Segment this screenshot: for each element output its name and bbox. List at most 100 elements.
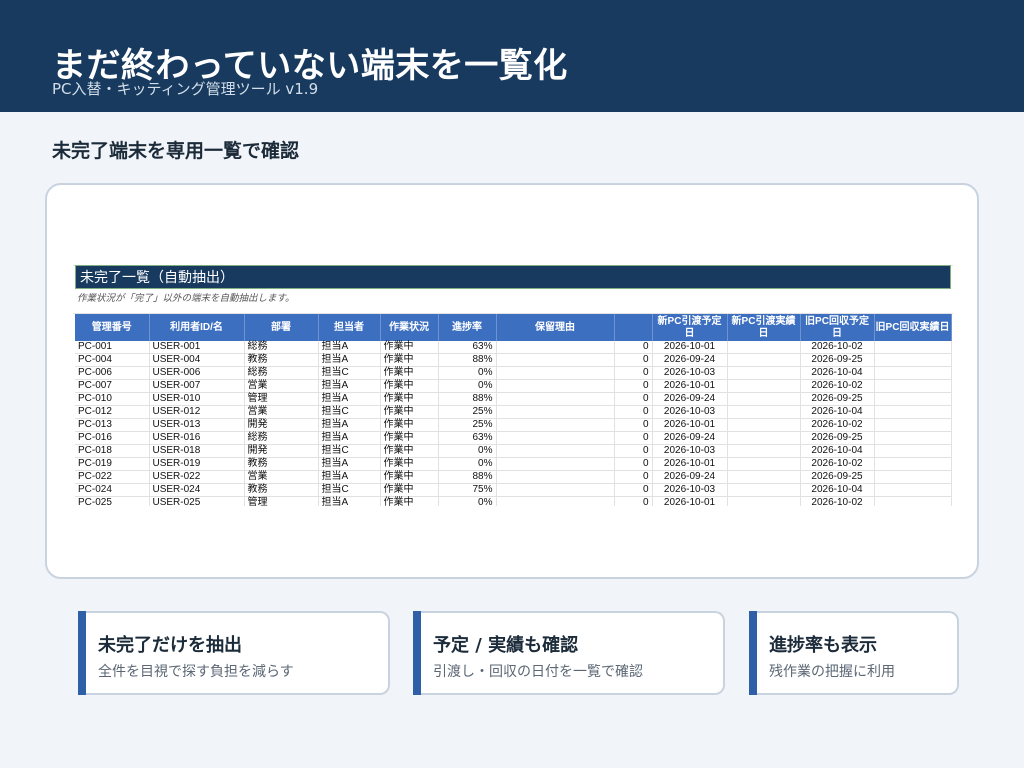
table-cell xyxy=(727,444,801,458)
table-cell: 0% xyxy=(438,444,497,458)
spreadsheet-view: 未完了一覧（自動抽出） 作業状況が「完了」以外の端末を自動抽出します。 管理番号… xyxy=(73,262,953,506)
column-header: 利用者ID/名 xyxy=(149,314,245,341)
table-cell xyxy=(727,405,801,419)
sheet-gridline xyxy=(73,301,953,314)
card-description: 全件を目視で探す負担を減らす xyxy=(98,664,294,680)
table-cell xyxy=(874,470,952,484)
table-cell: 0 xyxy=(614,470,653,484)
table-cell: 63% xyxy=(438,341,497,354)
table-cell: 担当A xyxy=(318,431,381,445)
table-header-row: 管理番号 利用者ID/名 部署 担当者 作業状況 進捗率 保留理由 新PC引渡予定日 新PC引渡… xyxy=(75,314,952,341)
table-cell: 2026-10-04 xyxy=(800,366,875,380)
table-cell: 担当A xyxy=(318,341,381,354)
table-cell: 教務 xyxy=(244,353,319,367)
table-cell: 営業 xyxy=(244,379,319,393)
table-cell xyxy=(874,444,952,458)
table-cell xyxy=(496,444,615,458)
table-cell: 2026-10-01 xyxy=(652,457,728,471)
table-cell xyxy=(727,431,801,445)
table-cell: 0 xyxy=(614,405,653,419)
table-cell: 担当C xyxy=(318,405,381,419)
table-cell: 作業中 xyxy=(380,379,439,393)
table-cell: 2026-09-24 xyxy=(652,431,728,445)
table-row: PC-019 USER-019 教務 担当A 作業中 0% 0 2026-10-01 2026-… xyxy=(75,457,952,471)
table-cell: 0 xyxy=(614,457,653,471)
table-cell: 0 xyxy=(614,366,653,380)
table-cell xyxy=(496,353,615,367)
column-header: 旧PC回収予定日 xyxy=(800,314,875,341)
table-cell: 0% xyxy=(438,379,497,393)
table-cell: 2026-10-02 xyxy=(800,341,875,354)
table-cell: USER-024 xyxy=(149,483,245,497)
feature-card-extract: 未完了だけを抽出 全件を目視で探す負担を減らす xyxy=(78,611,390,695)
table-cell: USER-018 xyxy=(149,444,245,458)
section-title: 未完了端末を専用一覧で確認 xyxy=(52,140,300,162)
table-cell: 担当C xyxy=(318,444,381,458)
table-cell: 2026-10-04 xyxy=(800,444,875,458)
table-cell: 総務 xyxy=(244,366,319,380)
table-cell xyxy=(874,366,952,380)
table-cell: 2026-09-25 xyxy=(800,431,875,445)
table-cell: 0% xyxy=(438,496,497,506)
feature-card-schedule: 予定 / 実績も確認 引渡し・回収の日付を一覧で確認 xyxy=(413,611,725,695)
table-cell: 88% xyxy=(438,392,497,406)
table-cell: 2026-10-01 xyxy=(652,418,728,432)
table-cell xyxy=(496,457,615,471)
table-cell: 2026-10-01 xyxy=(652,496,728,506)
table-row: PC-006 USER-006 総務 担当C 作業中 0% 0 2026-10-03 2026-… xyxy=(75,366,952,380)
table-cell: PC-022 xyxy=(75,470,150,484)
table-cell: 75% xyxy=(438,483,497,497)
table-cell xyxy=(727,392,801,406)
table-cell: 総務 xyxy=(244,341,319,354)
table-cell: 0 xyxy=(614,353,653,367)
table-cell: 作業中 xyxy=(380,457,439,471)
table-cell: 2026-10-04 xyxy=(800,483,875,497)
table-cell: 2026-09-24 xyxy=(652,353,728,367)
page-subtitle: PC入替・キッティング管理ツール v1.9 xyxy=(52,80,319,98)
table-row: PC-001 USER-001 総務 担当A 作業中 63% 0 2026-10-01 2026… xyxy=(75,341,952,354)
table-cell: 0 xyxy=(614,379,653,393)
table-cell: 2026-10-03 xyxy=(652,444,728,458)
table-cell: 2026-09-24 xyxy=(652,470,728,484)
table-cell xyxy=(496,341,615,354)
card-description: 引渡し・回収の日付を一覧で確認 xyxy=(433,664,643,680)
table-cell xyxy=(727,353,801,367)
column-header xyxy=(614,314,653,341)
table-cell xyxy=(496,470,615,484)
table-cell xyxy=(496,366,615,380)
table-cell: PC-004 xyxy=(75,353,150,367)
table-cell: 0 xyxy=(614,496,653,506)
table-cell: USER-010 xyxy=(149,392,245,406)
table-cell: 0 xyxy=(614,431,653,445)
table-row: PC-018 USER-018 開発 担当C 作業中 0% 0 2026-10-03 2026-… xyxy=(75,444,952,458)
table-cell xyxy=(496,379,615,393)
table-cell xyxy=(874,418,952,432)
table-cell: USER-022 xyxy=(149,470,245,484)
table-cell: 作業中 xyxy=(380,392,439,406)
column-header: 担当者 xyxy=(318,314,381,341)
table-cell xyxy=(496,405,615,419)
table-cell: PC-016 xyxy=(75,431,150,445)
table-cell xyxy=(727,341,801,354)
table-cell: 88% xyxy=(438,353,497,367)
table-cell: USER-007 xyxy=(149,379,245,393)
table-cell: PC-006 xyxy=(75,366,150,380)
column-header: 進捗率 xyxy=(438,314,497,341)
table-cell xyxy=(727,483,801,497)
table-cell: 2026-10-03 xyxy=(652,483,728,497)
table-cell xyxy=(727,418,801,432)
table-cell: PC-013 xyxy=(75,418,150,432)
table-cell xyxy=(874,431,952,445)
table-cell: 作業中 xyxy=(380,353,439,367)
table-cell: 2026-10-02 xyxy=(800,457,875,471)
table-cell: 25% xyxy=(438,405,497,419)
table-cell: 2026-10-02 xyxy=(800,418,875,432)
table-cell: PC-019 xyxy=(75,457,150,471)
feature-card-progress: 進捗率も表示 残作業の把握に利用 xyxy=(749,611,959,695)
table-cell: 作業中 xyxy=(380,366,439,380)
table-cell: 管理 xyxy=(244,496,319,506)
table-cell xyxy=(496,418,615,432)
table-cell: 2026-09-24 xyxy=(652,392,728,406)
table-cell xyxy=(874,457,952,471)
table-cell: 2026-09-25 xyxy=(800,392,875,406)
